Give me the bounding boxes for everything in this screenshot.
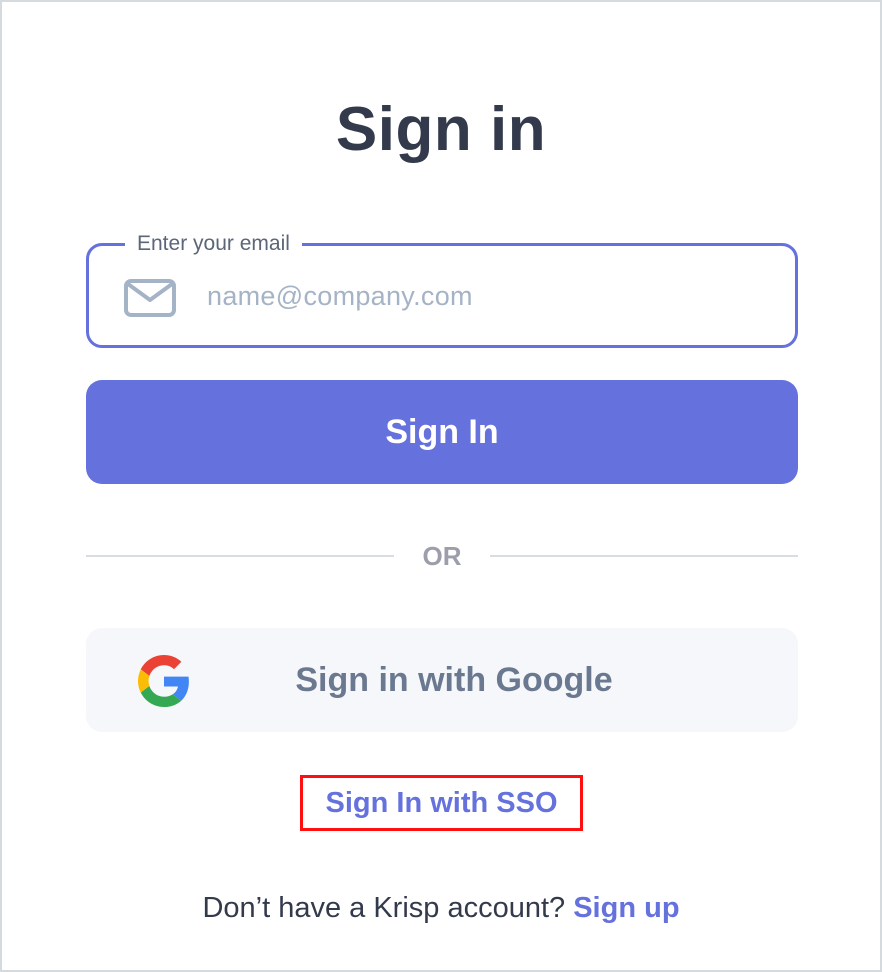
divider-line-right	[490, 555, 798, 557]
google-signin-button[interactable]: Sign in with Google	[86, 628, 798, 732]
mail-icon	[124, 279, 176, 317]
or-divider: OR	[86, 536, 798, 576]
email-field[interactable]: Enter your email	[86, 228, 798, 348]
signup-link[interactable]: Sign up	[573, 892, 679, 924]
page-title: Sign in	[335, 95, 547, 164]
divider-line-left	[86, 555, 394, 557]
google-signin-label: Sign in with Google	[295, 660, 613, 699]
divider-text: OR	[422, 541, 462, 571]
signup-prompt-text: Don’t have a Krisp account?	[202, 892, 566, 924]
sso-signin-link[interactable]: Sign In with SSO	[300, 775, 583, 831]
signup-prompt: Don’t have a Krisp account? Sign up	[2, 884, 880, 932]
sign-in-button[interactable]: Sign In	[86, 380, 798, 484]
email-field-label: Enter your email	[125, 228, 302, 260]
signin-card: Sign in Enter your email Sign In OR Sign…	[0, 0, 882, 972]
email-input[interactable]	[207, 268, 767, 324]
